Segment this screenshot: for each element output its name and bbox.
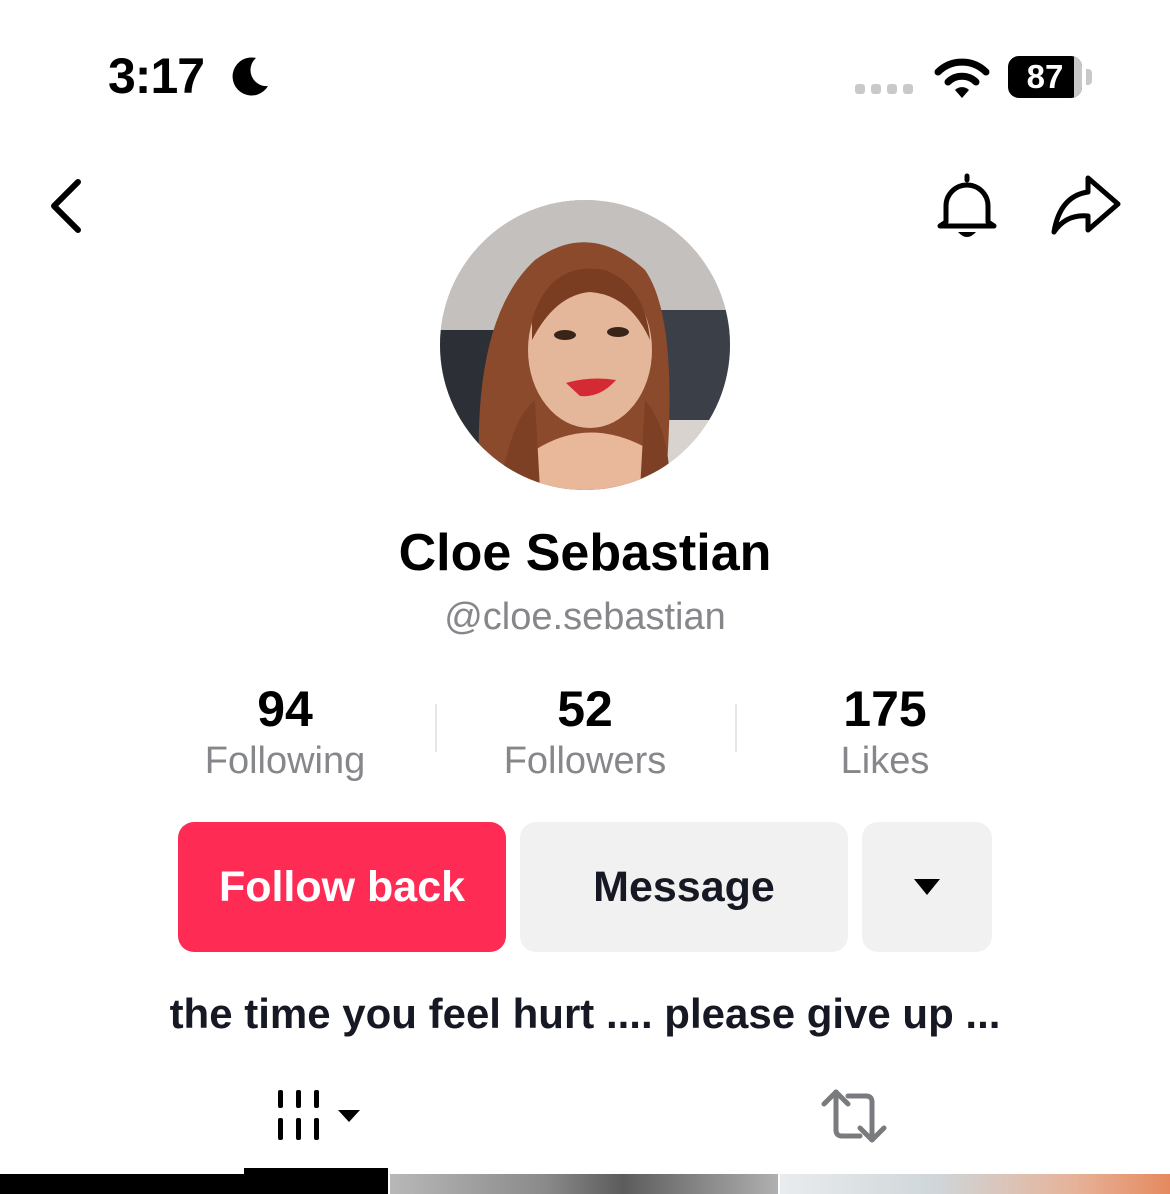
battery-level: 87: [1026, 58, 1064, 95]
stat-followers[interactable]: 52 Followers: [435, 680, 735, 784]
stat-likes[interactable]: 175 Likes: [735, 680, 1035, 784]
stat-following-label: Following: [204, 740, 366, 782]
bio: the time you feel hurt .... please give …: [169, 990, 1001, 1037]
cellular-signal-icon: [855, 84, 913, 94]
username: @cloe.sebastian: [444, 596, 726, 638]
video-thumbnail[interactable]: [780, 1174, 1170, 1194]
video-thumbnail[interactable]: [390, 1174, 778, 1194]
message-label: Message: [593, 862, 775, 911]
avatar-photo: [440, 200, 730, 490]
chevron-left-icon[interactable]: [40, 174, 96, 238]
moon-icon: [232, 57, 268, 96]
stat-likes-label: Likes: [840, 740, 930, 782]
follow-back-button[interactable]: Follow back: [178, 822, 506, 952]
battery-icon: 87: [1008, 56, 1092, 100]
stat-following[interactable]: 94 Following: [135, 680, 435, 784]
share-arrow-icon[interactable]: [1048, 172, 1124, 238]
more-options-button[interactable]: [862, 822, 992, 952]
stat-following-value: 94: [257, 681, 313, 737]
caret-down-icon: [914, 879, 940, 895]
stat-likes-value: 175: [843, 681, 927, 737]
avatar[interactable]: [440, 200, 730, 490]
stat-followers-label: Followers: [503, 740, 667, 782]
message-button[interactable]: Message: [520, 822, 848, 952]
videos-grid-icon[interactable]: [258, 1084, 368, 1148]
stat-followers-value: 52: [557, 681, 613, 737]
status-time: 3:17: [108, 48, 205, 104]
follow-back-label: Follow back: [218, 862, 466, 911]
repost-icon[interactable]: [814, 1084, 894, 1148]
bell-icon[interactable]: [932, 170, 1002, 242]
display-name: Cloe Sebastian: [398, 524, 772, 582]
video-thumbnail[interactable]: [0, 1174, 388, 1194]
wifi-icon: [934, 58, 990, 98]
